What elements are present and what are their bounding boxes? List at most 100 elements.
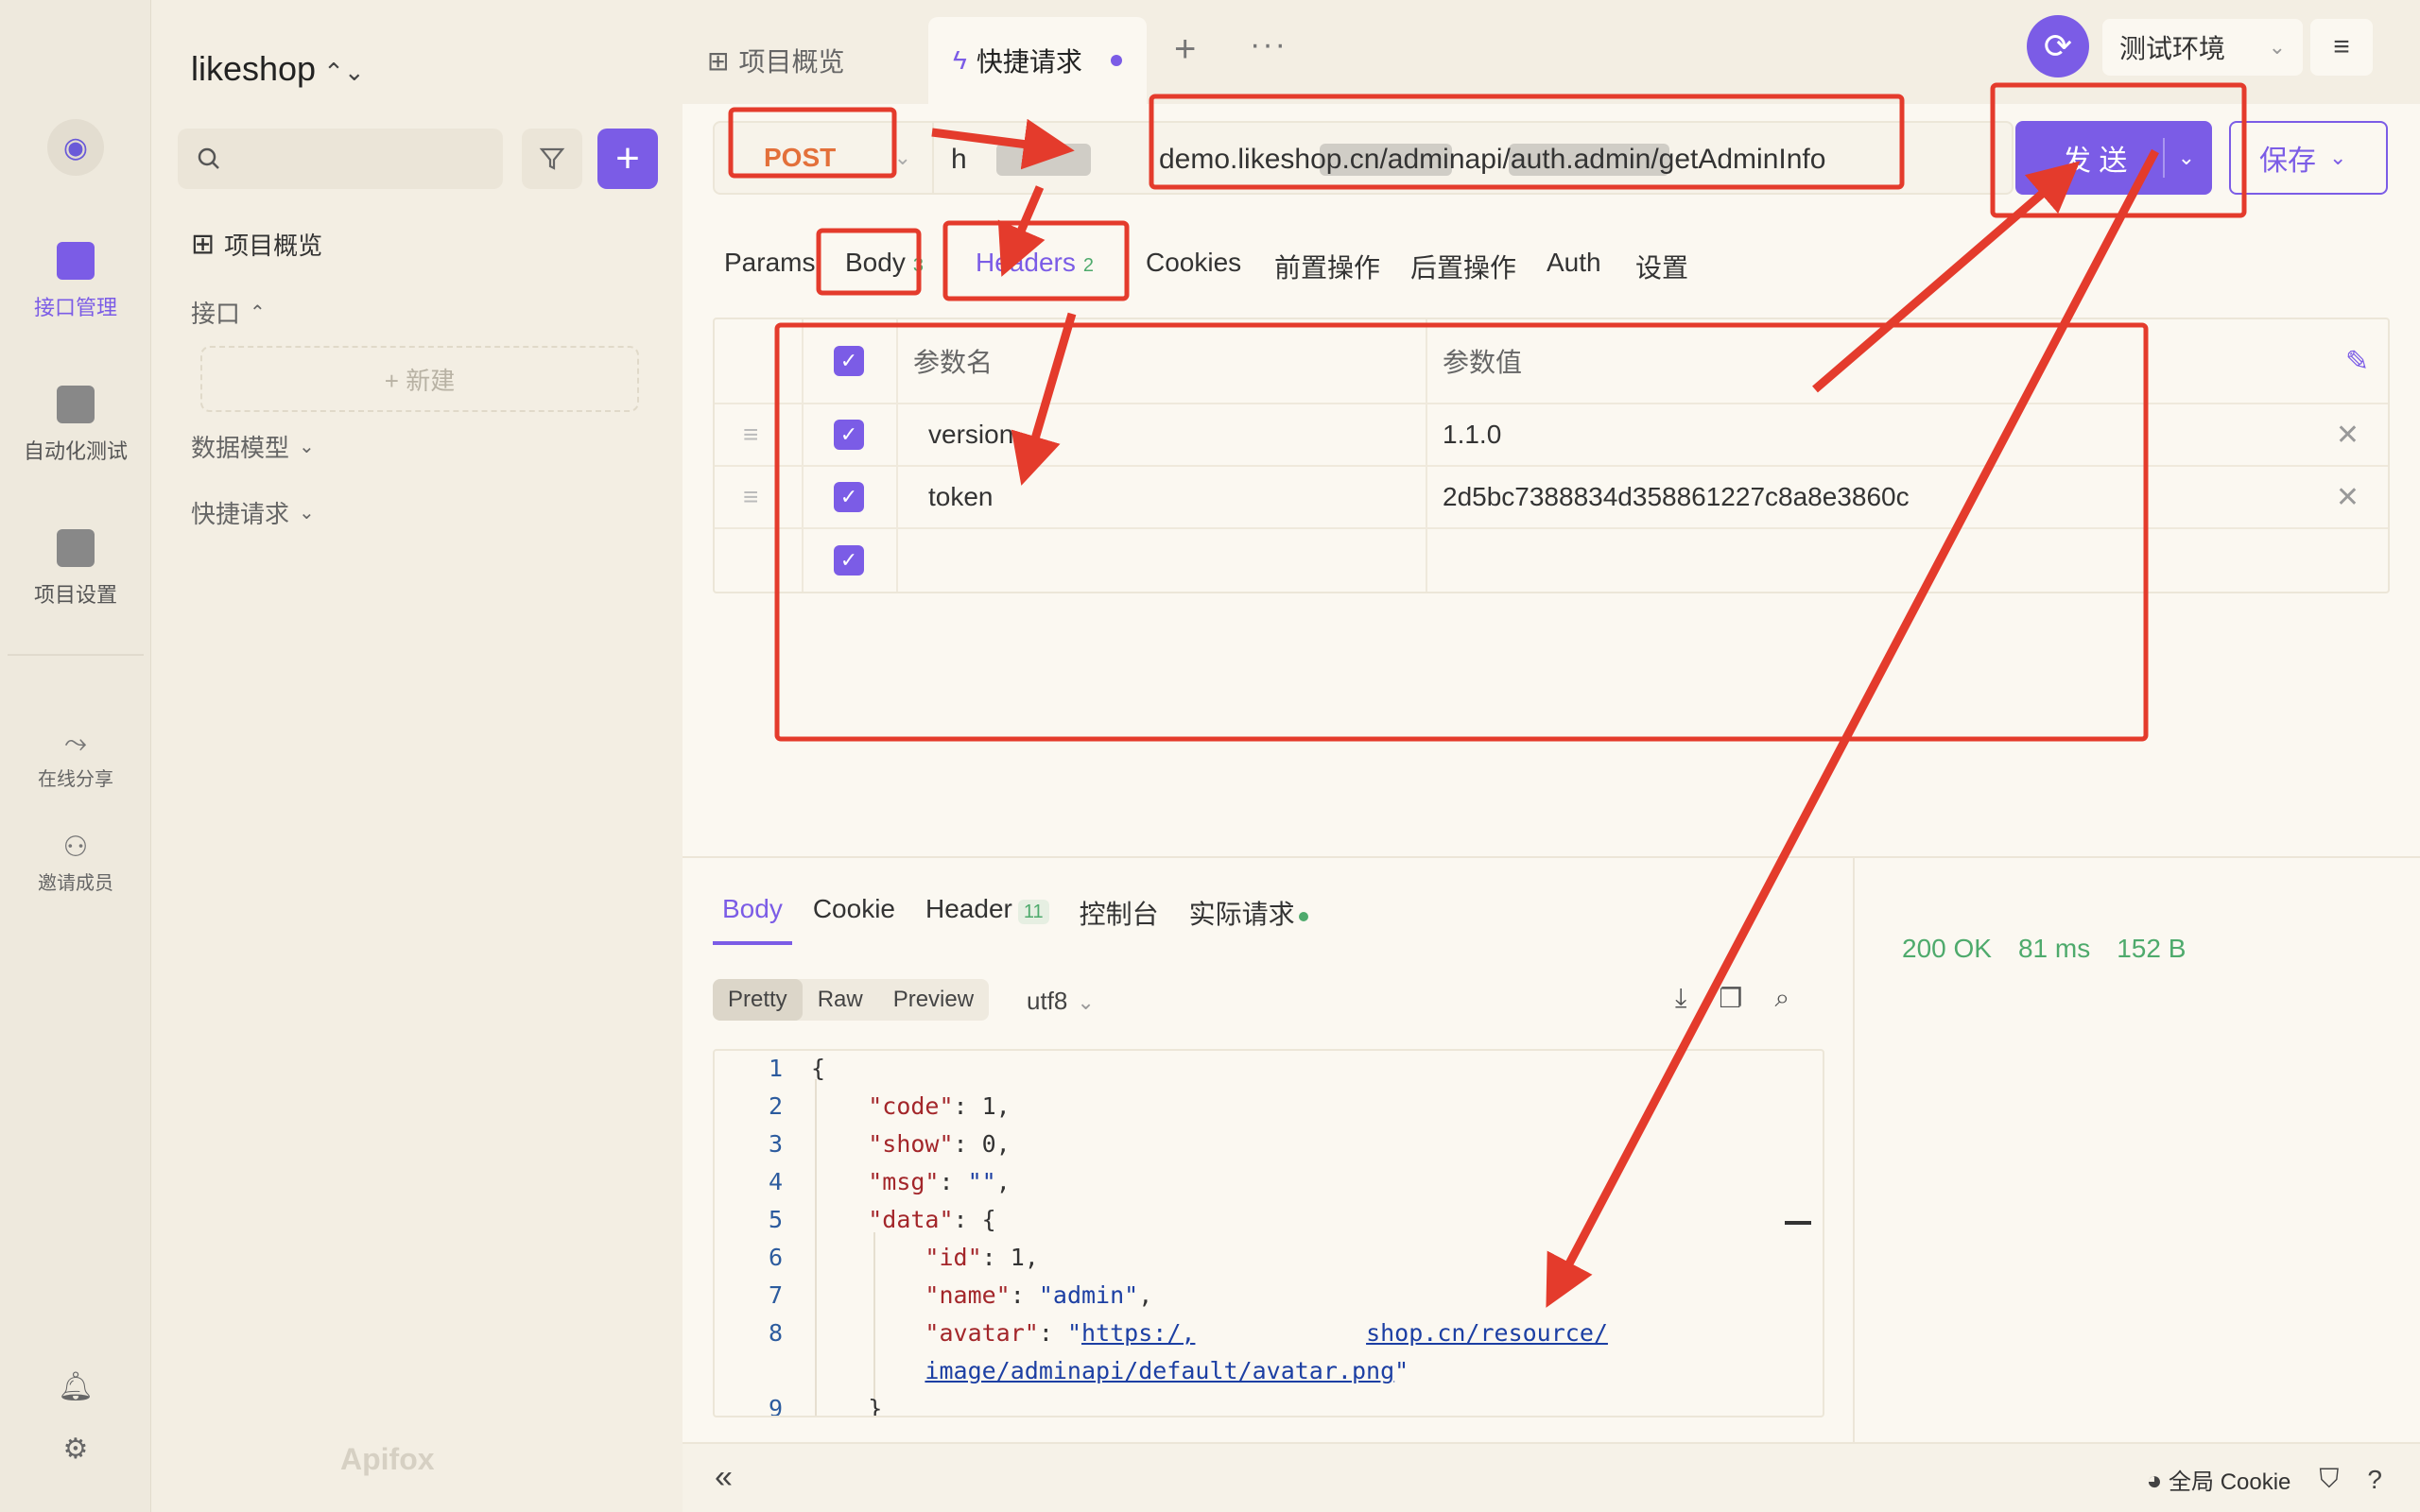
tab-body[interactable]: Body 3 [845, 248, 924, 278]
tab-label: Auth [1547, 248, 1601, 277]
filter-button[interactable] [522, 129, 582, 189]
sidebar-item-quick[interactable]: 快捷请求 ⌄ [191, 495, 315, 530]
code-line: } [811, 1395, 883, 1418]
line-number: 2 [768, 1092, 783, 1120]
tab-overview[interactable]: ⊞ 项目概览 [683, 17, 869, 104]
share-button[interactable]: ⤳ 在线分享 [0, 728, 151, 791]
copy-icon[interactable]: ❐ [1719, 983, 1742, 1014]
rail-item-automation[interactable]: 自动化测试 [0, 386, 151, 465]
rail-item-api[interactable]: 接口管理 [0, 242, 151, 321]
format-pretty[interactable]: Pretty [713, 979, 803, 1021]
line-number: 1 [768, 1055, 783, 1082]
response-code-view[interactable]: 1 2 3 4 5 6 7 8 9 { "code": 1, "show": 0… [713, 1049, 1824, 1418]
invite-label: 邀请成员 [38, 873, 113, 894]
tab-settings[interactable]: 设置 [1635, 248, 1688, 285]
icon-rail: ◉ 接口管理 自动化测试 项目设置 ⤳ 在线分享 ⚇ 邀请成员 🔔︎ ⚙ [0, 0, 151, 1512]
table-row: ✓ [715, 529, 2388, 592]
sidebar-item-label: 项目概览 [224, 232, 323, 260]
bulk-edit-icon[interactable]: ✎ [2345, 319, 2369, 403]
header-value-cell[interactable] [1443, 529, 2341, 592]
download-icon[interactable]: ⤓ [1675, 983, 1686, 1014]
brand-logo: Apifox [340, 1442, 435, 1476]
tab-headers[interactable]: Headers 2 [976, 248, 1094, 301]
count-badge: 2 [1082, 255, 1094, 276]
method-select[interactable]: POST ⌄ [715, 123, 934, 193]
status-code: 200 OK [1902, 934, 1992, 963]
url-bar: POST ⌄ h demo.likeshop.cn/adminapi/auth.… [713, 121, 2014, 195]
avatar[interactable]: ◉ [47, 119, 104, 176]
project-name: likeshop [191, 49, 317, 88]
tab-response-body[interactable]: Body [713, 894, 792, 945]
send-button[interactable]: 发 送 ⌄ [2015, 121, 2212, 195]
add-button[interactable]: + [597, 129, 658, 189]
format-raw[interactable]: Raw [803, 979, 878, 1021]
tab-quick-request[interactable]: ϟ 快捷请求 [928, 17, 1147, 104]
footer-actions: ◕ 全局 Cookie ⛉ ? [2146, 1463, 2382, 1496]
api-icon [57, 242, 95, 280]
tab-post-ops[interactable]: 后置操作 [1410, 248, 1516, 285]
status-bar: « ◕ 全局 Cookie ⛉ ? [683, 1442, 2420, 1512]
project-switcher[interactable]: likeshop ⌃⌄ [191, 49, 365, 89]
sync-icon[interactable]: ⟳ [2027, 15, 2089, 77]
header-name-cell[interactable]: token [913, 467, 1429, 527]
new-tab-button[interactable]: + [1174, 28, 1196, 71]
tab-response-header[interactable]: Header 11 [925, 894, 1049, 932]
global-cookie-button[interactable]: ◕ 全局 Cookie [2146, 1463, 2290, 1496]
tab-bar: ⊞ 项目概览 ϟ 快捷请求 + ··· ⟳ 测试环境 ⌄ ≡ [683, 0, 2420, 104]
invite-button[interactable]: ⚇ 邀请成员 [0, 832, 151, 895]
sidebar-item-models[interactable]: 数据模型 ⌄ [191, 429, 315, 464]
delete-row-icon[interactable]: ✕ [2336, 467, 2360, 527]
search-input[interactable] [221, 140, 486, 178]
search-box[interactable] [178, 129, 503, 189]
status-dot [1298, 911, 1308, 921]
sidebar-item-overview[interactable]: ⊞ 项目概览 [191, 227, 322, 262]
save-button[interactable]: 保存 ⌄ [2229, 121, 2388, 195]
search-icon[interactable]: ⌕ [1775, 983, 1790, 1014]
response-meta: 200 OK 81 ms 152 B [1853, 858, 2420, 1444]
encoding-select[interactable]: utf8 ⌄ [1027, 987, 1095, 1016]
header-value-cell[interactable]: 2d5bc7388834d358861227c8a8e3860c [1443, 467, 2341, 527]
shirt-icon[interactable]: ⛉ [2319, 1464, 2339, 1495]
share-icon: ⤳ [64, 728, 87, 759]
row-checkbox[interactable]: ✓ [834, 420, 864, 450]
table-header: ✓ 参数名 参数值 ✎ [715, 319, 2388, 404]
response-status: 200 OK 81 ms 152 B [1902, 934, 2186, 964]
header-name-cell[interactable]: version [913, 404, 1429, 465]
tab-console[interactable]: 控制台 [1080, 894, 1159, 932]
format-preview[interactable]: Preview [878, 979, 989, 1021]
bell-icon[interactable]: 🔔︎ [0, 1370, 151, 1403]
chevron-down-icon: ⌄ [2329, 146, 2347, 169]
drag-handle-icon[interactable]: ≡ [743, 404, 758, 465]
tab-pre-ops[interactable]: 前置操作 [1274, 248, 1380, 285]
response-time: 81 ms [2017, 934, 2091, 963]
sidebar-item-api[interactable]: 接口 ⌃ [191, 295, 266, 330]
collapse-sidebar-icon[interactable]: « [715, 1459, 733, 1496]
line-number: 7 [768, 1281, 783, 1309]
row-checkbox[interactable]: ✓ [834, 482, 864, 512]
tab-label: Headers [976, 248, 1076, 277]
delete-row-icon[interactable]: ✕ [2336, 404, 2360, 465]
bolt-icon: ϟ [953, 45, 967, 75]
rail-item-settings[interactable]: 项目设置 [0, 529, 151, 609]
menu-icon[interactable]: ≡ [2310, 19, 2373, 76]
tab-params[interactable]: Params [724, 248, 815, 278]
header-name-cell[interactable] [913, 529, 1429, 592]
tab-actual-request[interactable]: 实际请求 [1189, 894, 1308, 932]
header-value-cell[interactable]: 1.1.0 [1443, 404, 2341, 465]
chevron-down-icon[interactable]: ⌄ [2178, 146, 2195, 170]
tab-auth[interactable]: Auth [1547, 248, 1601, 278]
environment-select[interactable]: 测试环境 ⌄ [2102, 19, 2303, 76]
code-line: "id": 1, [925, 1244, 1039, 1271]
new-api-button[interactable]: + 新建 [200, 346, 639, 412]
select-all-checkbox[interactable]: ✓ [834, 346, 864, 376]
gear-icon[interactable]: ⚙ [0, 1433, 151, 1466]
row-checkbox[interactable]: ✓ [834, 545, 864, 576]
drag-handle-icon[interactable]: ≡ [743, 467, 758, 527]
redacted-text [996, 144, 1091, 176]
more-icon[interactable]: ··· [1250, 26, 1288, 63]
response-size: 152 B [2117, 934, 2187, 963]
help-icon[interactable]: ? [2367, 1465, 2382, 1495]
code-line: { [811, 1055, 826, 1082]
tab-response-cookie[interactable]: Cookie [813, 894, 895, 932]
tab-cookies[interactable]: Cookies [1146, 248, 1241, 278]
